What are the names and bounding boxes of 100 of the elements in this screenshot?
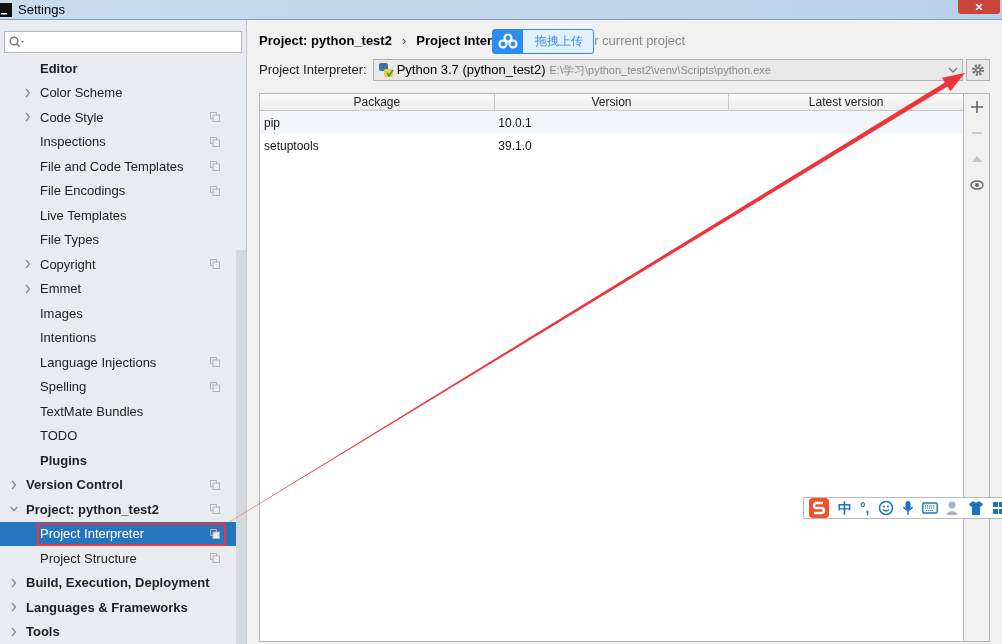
breadcrumb-hint: r current project [594,32,686,51]
tree-item-label: TODO [40,427,78,445]
column-header[interactable]: Package [260,94,494,110]
project-level-icon [210,185,220,196]
tree-item-label: Inspections [40,133,106,151]
input-mode[interactable]: 中 [838,497,852,519]
eye-icon[interactable] [969,178,984,192]
column-header[interactable]: Version [493,94,729,110]
tree-item-label: Version Control [26,476,123,494]
tree-item-label: Copyright [40,255,96,274]
collapsed-chevron-icon[interactable] [10,479,18,490]
tree-item-label: File Types [40,231,99,249]
tree-item[interactable]: Spelling [0,374,236,399]
collapsed-chevron-icon[interactable] [24,87,32,98]
tree-item-label: Language Injections [40,353,157,372]
project-level-icon [210,112,220,123]
tree-item-label: Spelling [40,378,87,396]
project-level-icon [210,528,220,539]
interpreter-path: E:\学习\python_test2\venv\Scripts\python.exe [549,62,772,78]
breadcrumb-parent[interactable]: Project: python_test2 [259,31,392,51]
settings-button[interactable] [966,59,990,81]
tree-item[interactable]: Project Structure [0,546,236,571]
tree-item[interactable]: File Encodings [0,178,236,203]
table-cell-text: setuptools [264,137,319,155]
project-level-icon [210,553,220,564]
collapsed-chevron-icon[interactable] [10,577,18,588]
tree-item-label: Plugins [40,451,87,470]
tree-item-label: Color Scheme [40,84,123,102]
project-level-icon [210,357,220,368]
settings-icon [971,63,985,77]
tree-item[interactable]: Copyright [0,252,236,277]
tree-item[interactable]: Editor [0,56,236,81]
cloud-icon [498,33,519,49]
tree-item[interactable]: Tools [0,619,236,644]
tree-item-label: Images [40,304,83,323]
grid-icon[interactable] [991,500,1002,516]
table-cell-text: 10.0.1 [498,114,532,132]
tree-item-label: Project Structure [40,549,137,568]
tree-item[interactable]: Version Control [0,472,236,497]
dropdown-chevron-icon [948,66,958,74]
project-level-icon [210,259,220,270]
collapsed-chevron-icon[interactable] [24,259,32,270]
project-level-icon [210,504,220,515]
tree-item-label: Languages & Frameworks [26,598,188,617]
smiley-icon[interactable] [877,500,894,516]
tree-item-label: Project Interpreter [40,525,145,543]
tree-item-label: Editor [40,59,78,78]
project-level-icon [210,161,220,172]
scrollbar[interactable] [236,250,246,644]
tree-item[interactable]: Inspections [0,129,236,154]
interpreter-name: Python 3.7 (python_test2) [396,61,546,80]
tree-item[interactable]: Live Templates [0,203,236,228]
search-icon [9,36,25,48]
table-cell-text: 39.1.0 [498,137,532,155]
tree-item[interactable]: Emmet [0,276,236,301]
tree-item[interactable]: Language Injections [0,350,236,375]
tree-item[interactable]: Build, Execution, Deployment [0,570,236,595]
tree-item[interactable]: Languages & Frameworks [0,595,236,620]
tree-item[interactable]: TextMate Bundles [0,399,236,424]
tree-item[interactable]: Plugins [0,448,236,473]
tree-item[interactable]: Intentions [0,325,236,350]
tree-item[interactable]: Code Style [0,105,236,130]
tree-item-label: Intentions [40,329,97,347]
breadcrumb-separator: › [401,32,407,51]
shirt-icon[interactable] [967,500,984,516]
tree-item[interactable]: Images [0,301,236,326]
close-button[interactable] [958,0,1000,14]
tree-item-label: Emmet [40,280,82,298]
tree-item[interactable]: File and Code Templates [0,154,236,179]
collapsed-chevron-icon[interactable] [24,112,32,123]
punctuation-mode[interactable]: °, [860,497,870,519]
collapsed-chevron-icon[interactable] [10,626,18,637]
tree-item-label: File Encodings [40,182,126,200]
add-icon[interactable] [969,100,984,114]
python-logo-icon [377,62,394,78]
tree-item[interactable]: Project: python_test2 [0,497,236,522]
interpreter-label: Project Interpreter: [259,61,367,80]
tree-item-label: Build, Execution, Deployment [26,574,210,592]
app-logo-icon [0,2,12,17]
tree-item-label: Live Templates [40,206,127,225]
close-icon [975,4,983,10]
window-title: Settings [18,0,65,19]
collapsed-chevron-icon[interactable] [10,602,18,613]
tree-item[interactable]: TODO [0,423,236,448]
tree-item-label: Project: python_test2 [26,500,159,519]
table-cell-text: pip [264,114,280,132]
microphone-icon[interactable] [901,500,914,516]
interpreter-dropdown[interactable]: Python 3.7 (python_test2) E:\学习\python_test2\venv\Scripts\python.exe [372,59,963,81]
tree-item-label: File and Code Templates [40,157,184,176]
tree-item-label: TextMate Bundles [40,402,144,421]
collapsed-chevron-icon[interactable] [24,283,32,294]
user-icon[interactable] [945,500,960,516]
project-level-icon [210,381,220,392]
tree-item[interactable]: Color Scheme [0,80,236,105]
search-field[interactable] [4,31,242,53]
project-level-icon [210,479,220,490]
tree-item[interactable]: File Types [0,227,236,252]
tree-item-label: Tools [26,623,60,641]
breadcrumb-current: Project Inter [416,32,493,51]
keyboard-icon[interactable] [921,502,938,514]
